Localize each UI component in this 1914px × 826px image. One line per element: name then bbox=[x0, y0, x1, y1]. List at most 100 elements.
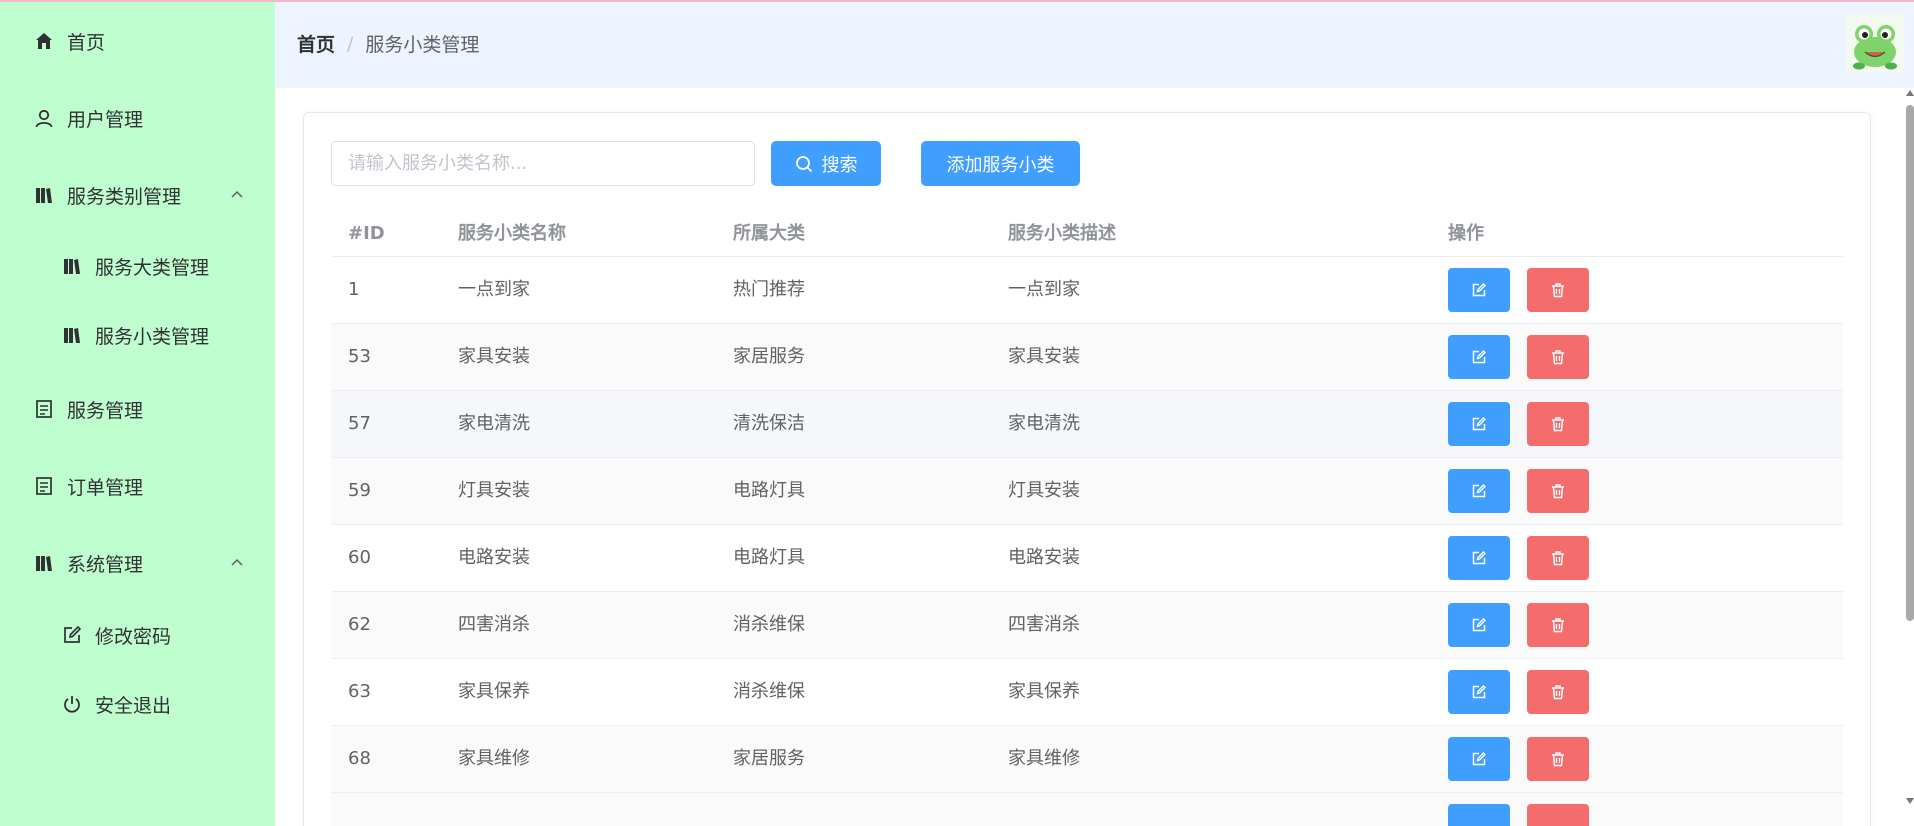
cell-name: 家具维修 bbox=[458, 748, 530, 769]
cell-description: 家具安装 bbox=[1008, 346, 1080, 367]
edit-icon bbox=[1471, 684, 1487, 700]
breadcrumb-home[interactable]: 首页 bbox=[297, 30, 335, 57]
trash-icon bbox=[1550, 416, 1566, 432]
edit-button[interactable] bbox=[1448, 737, 1510, 781]
edit-button[interactable] bbox=[1448, 469, 1510, 513]
cell-id: 53 bbox=[348, 346, 371, 367]
table-row: 60 电路安装 电路灯具 电路安装 bbox=[331, 525, 1843, 592]
table-row: 63 家具保养 消杀维保 家具保养 bbox=[331, 659, 1843, 726]
delete-button[interactable] bbox=[1527, 402, 1589, 446]
sidebar-item-home[interactable]: 首页 bbox=[0, 13, 275, 69]
edit-button[interactable] bbox=[1448, 670, 1510, 714]
category-icon bbox=[33, 552, 55, 574]
table-body: 1 一点到家 热门推荐 一点到家 53 家具安装 家居服务 家具安装 57 家电清洗 清洗保洁 家电清… bbox=[331, 257, 1843, 826]
delete-button[interactable] bbox=[1527, 536, 1589, 580]
search-input[interactable] bbox=[331, 141, 755, 186]
sidebar-item-label: 系统管理 bbox=[67, 553, 144, 576]
top-accent-line bbox=[0, 0, 1914, 2]
scrollbar-thumb[interactable] bbox=[1906, 105, 1914, 621]
sidebar-item-label: 用户管理 bbox=[67, 108, 144, 131]
edit-icon bbox=[1471, 416, 1487, 432]
cell-category: 清洗保洁 bbox=[733, 413, 805, 434]
delete-button[interactable] bbox=[1527, 268, 1589, 312]
avatar[interactable] bbox=[1846, 14, 1904, 72]
cell-category: 电路灯具 bbox=[733, 480, 805, 501]
delete-button[interactable] bbox=[1527, 804, 1589, 826]
cell-description: 一点到家 bbox=[1008, 279, 1080, 300]
cell-name: 家具保养 bbox=[458, 681, 530, 702]
category-icon bbox=[61, 255, 83, 277]
sidebar-item-system[interactable]: 系统管理 bbox=[0, 535, 275, 591]
cell-id: 60 bbox=[348, 547, 371, 568]
sidebar-item-label: 订单管理 bbox=[67, 476, 144, 499]
delete-button[interactable] bbox=[1527, 603, 1589, 647]
sidebar-item-logout[interactable]: 安全退出 bbox=[0, 676, 275, 732]
sidebar-item-label: 服务小类管理 bbox=[95, 325, 210, 348]
column-header-category: 所属大类 bbox=[733, 223, 805, 244]
edit-button[interactable] bbox=[1448, 268, 1510, 312]
delete-button[interactable] bbox=[1527, 737, 1589, 781]
cell-name: 灯具安装 bbox=[458, 480, 530, 501]
add-minor-category-button[interactable]: 添加服务小类 bbox=[921, 141, 1080, 186]
sidebar-item-service-category[interactable]: 服务类别管理 bbox=[0, 167, 275, 223]
column-header-description: 服务小类描述 bbox=[1008, 223, 1116, 244]
sidebar-item-orders[interactable]: 订单管理 bbox=[0, 458, 275, 514]
edit-icon bbox=[61, 624, 83, 646]
scroll-down-arrow-icon[interactable] bbox=[1906, 796, 1914, 806]
cell-description: 家电清洗 bbox=[1008, 413, 1080, 434]
column-header-actions: 操作 bbox=[1448, 223, 1484, 244]
cell-category: 热门推荐 bbox=[733, 279, 805, 300]
cell-category: 家居服务 bbox=[733, 748, 805, 769]
delete-button[interactable] bbox=[1527, 670, 1589, 714]
sidebar-item-minor-category[interactable]: 服务小类管理 bbox=[0, 307, 275, 363]
search-button[interactable]: 搜索 bbox=[771, 141, 881, 186]
sidebar-item-change-password[interactable]: 修改密码 bbox=[0, 607, 275, 663]
breadcrumb-current: 服务小类管理 bbox=[365, 34, 480, 56]
main-content: 搜索 添加服务小类 #ID 服务小类名称 所属大类 服务小类描述 操作 1 一点到… bbox=[275, 88, 1891, 826]
sidebar-item-label: 安全退出 bbox=[95, 694, 172, 717]
delete-button[interactable] bbox=[1527, 335, 1589, 379]
scroll-up-arrow-icon[interactable] bbox=[1906, 88, 1914, 98]
breadcrumb: 首页 / 服务小类管理 bbox=[297, 30, 479, 57]
sidebar-item-services[interactable]: 服务管理 bbox=[0, 381, 275, 437]
cell-id: 57 bbox=[348, 413, 371, 434]
minor-category-table: #ID 服务小类名称 所属大类 服务小类描述 操作 1 一点到家 热门推荐 一点到家 5… bbox=[331, 211, 1843, 826]
chevron-up-icon bbox=[228, 554, 246, 572]
cell-id: 59 bbox=[348, 480, 371, 501]
cell-id: 63 bbox=[348, 681, 371, 702]
edit-icon bbox=[1471, 483, 1487, 499]
cell-name: 电路安装 bbox=[458, 547, 530, 568]
edit-button[interactable] bbox=[1448, 335, 1510, 379]
sidebar-item-major-category[interactable]: 服务大类管理 bbox=[0, 238, 275, 294]
table-header: #ID 服务小类名称 所属大类 服务小类描述 操作 bbox=[331, 211, 1843, 257]
trash-icon bbox=[1550, 617, 1566, 633]
sidebar-item-label: 服务类别管理 bbox=[67, 185, 182, 208]
breadcrumb-separator: / bbox=[347, 32, 354, 55]
sidebar: 首页 用户管理 服务类别管理 服务大类管理 服务小类管理 服务管理 订单管理 系… bbox=[0, 0, 275, 826]
edit-button[interactable] bbox=[1448, 536, 1510, 580]
cell-id: 62 bbox=[348, 614, 371, 635]
edit-button[interactable] bbox=[1448, 804, 1510, 826]
edit-icon bbox=[1471, 550, 1487, 566]
edit-icon bbox=[1471, 282, 1487, 298]
category-icon bbox=[33, 184, 55, 206]
power-icon bbox=[61, 693, 83, 715]
edit-button[interactable] bbox=[1448, 402, 1510, 446]
cell-id: 1 bbox=[348, 279, 360, 300]
table-row-partial bbox=[331, 793, 1843, 826]
category-icon bbox=[61, 324, 83, 346]
trash-icon bbox=[1550, 349, 1566, 365]
trash-icon bbox=[1550, 684, 1566, 700]
cell-name: 四害消杀 bbox=[458, 614, 530, 635]
frog-avatar-icon bbox=[1846, 14, 1904, 72]
document-icon bbox=[33, 475, 55, 497]
search-button-label: 搜索 bbox=[821, 154, 858, 176]
edit-button[interactable] bbox=[1448, 603, 1510, 647]
cell-name: 一点到家 bbox=[458, 279, 530, 300]
sidebar-item-users[interactable]: 用户管理 bbox=[0, 90, 275, 146]
edit-icon bbox=[1471, 349, 1487, 365]
document-icon bbox=[33, 398, 55, 420]
cell-category: 消杀维保 bbox=[733, 681, 805, 702]
delete-button[interactable] bbox=[1527, 469, 1589, 513]
chevron-up-icon bbox=[228, 186, 246, 204]
